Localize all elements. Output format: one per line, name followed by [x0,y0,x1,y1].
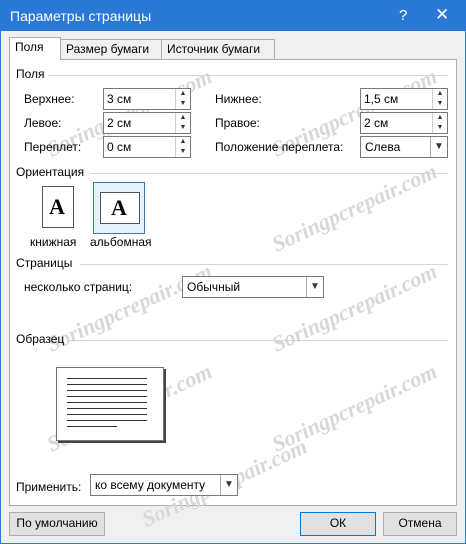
preview-line [67,384,147,385]
tab-paper-size[interactable]: Размер бумаги [60,39,164,59]
preview-line [67,420,147,421]
page-setup-dialog: Параметры страницы ? ✕ Поля Размер бумаг… [0,0,466,544]
left-margin-value: 2 см [107,116,132,130]
set-default-button-label: По умолчанию [16,516,98,530]
watermark: Soringpcrepair.com [42,258,216,357]
preview-line [67,390,147,391]
letter-a-icon: A [49,194,65,219]
landscape-page-icon: A [100,192,140,224]
apply-to-value: ко всему документу [95,478,206,492]
watermark: Soringpcrepair.com [267,258,441,357]
preview-line [67,402,147,403]
gutter-position-label: Положение переплета: [215,140,344,154]
spin-down-icon[interactable]: ▼ [176,147,190,157]
preview-line [67,408,147,409]
gutter-position-value: Слева [365,140,401,154]
spin-up-icon[interactable]: ▲ [433,89,447,99]
top-margin-label: Верхнее: [24,92,75,106]
spin-up-icon[interactable]: ▲ [176,89,190,99]
cancel-button-label: Отмена [398,516,442,530]
ok-button-label: ОК [329,516,347,530]
set-default-button[interactable]: По умолчанию [9,512,105,536]
right-margin-spinner[interactable]: 2 см ▲ ▼ [360,112,448,134]
spinner-buttons: ▲ ▼ [432,113,447,133]
gutter-spinner[interactable]: 0 см ▲ ▼ [103,136,191,158]
chevron-down-icon: ▼ [430,137,447,157]
margins-panel: Soringpcrepair.com Soringpcrepair.com So… [9,59,457,532]
spin-up-icon[interactable]: ▲ [176,137,190,147]
divider [90,173,448,174]
spin-up-icon[interactable]: ▲ [433,113,447,123]
help-button[interactable]: ? [399,7,407,24]
bottom-margin-label: Нижнее: [215,92,262,106]
preview-line [67,426,117,427]
preview-group-title: Образец [16,332,65,346]
spinner-buttons: ▲ ▼ [432,89,447,109]
preview-line [67,396,147,397]
spin-down-icon[interactable]: ▼ [176,123,190,133]
tab-margins[interactable]: Поля [9,37,61,60]
top-margin-spinner[interactable]: 3 см ▲ ▼ [103,88,191,110]
divider [70,340,448,341]
orientation-group-title: Ориентация [16,165,85,179]
left-margin-label: Левое: [24,116,62,130]
close-button[interactable]: ✕ [435,5,449,25]
apply-to-select[interactable]: ко всему документу ▼ [90,474,238,496]
chevron-down-icon: ▼ [220,475,237,495]
apply-to-label: Применить: [16,480,82,494]
chevron-down-icon: ▼ [306,277,323,297]
spin-down-icon[interactable]: ▼ [176,99,190,109]
cancel-button[interactable]: Отмена [383,512,457,536]
right-margin-label: Правое: [215,116,260,130]
landscape-label: альбомная [90,235,152,249]
pages-group-title: Страницы [16,256,73,270]
title-bar: Параметры страницы ? ✕ [1,1,465,31]
right-margin-value: 2 см [364,116,389,130]
preview-line [67,414,147,415]
spin-up-icon[interactable]: ▲ [176,113,190,123]
ok-button[interactable]: ОК [300,512,376,536]
spin-down-icon[interactable]: ▼ [433,99,447,109]
letter-a-icon: A [111,195,127,220]
divider [48,75,448,76]
spin-down-icon[interactable]: ▼ [433,123,447,133]
bottom-margin-value: 1,5 см [364,92,399,106]
gutter-value: 0 см [107,140,132,154]
tab-paper-source-label: Источник бумаги [167,42,261,56]
portrait-label: книжная [30,235,77,249]
bottom-margin-spinner[interactable]: 1,5 см ▲ ▼ [360,88,448,110]
portrait-option[interactable]: A [30,182,80,232]
spinner-buttons: ▲ ▼ [175,137,190,157]
left-margin-spinner[interactable]: 2 см ▲ ▼ [103,112,191,134]
margins-group-title: Поля [16,67,45,81]
multiple-pages-select[interactable]: Обычный ▼ [182,276,324,298]
gutter-position-select[interactable]: Слева ▼ [360,136,448,158]
top-margin-value: 3 см [107,92,132,106]
multiple-pages-value: Обычный [187,280,241,294]
multiple-pages-label: несколько страниц: [24,280,133,294]
spinner-buttons: ▲ ▼ [175,113,190,133]
landscape-option[interactable]: A [93,182,145,234]
tab-paper-size-label: Размер бумаги [66,42,150,56]
preview-line [67,378,147,379]
portrait-page-icon: A [42,186,74,228]
spinner-buttons: ▲ ▼ [175,89,190,109]
divider [80,264,448,265]
preview-page [56,367,164,441]
tab-paper-source[interactable]: Источник бумаги [161,39,275,59]
dialog-title: Параметры страницы [10,8,152,24]
gutter-label: Переплет: [24,140,82,154]
tab-margins-label: Поля [15,40,44,54]
